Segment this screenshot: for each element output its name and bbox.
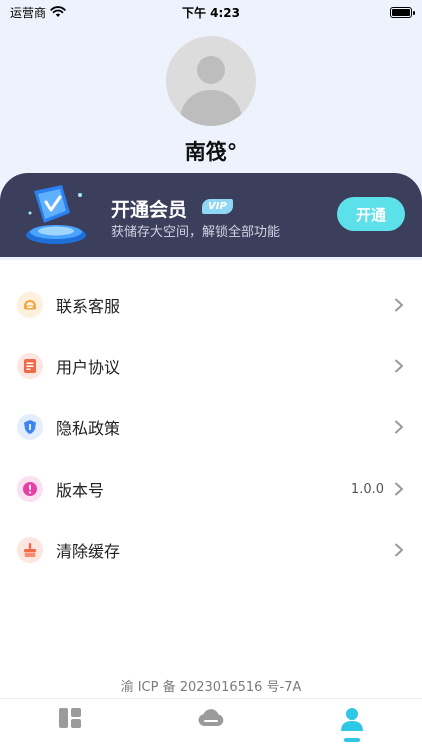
menu-item-clear-cache[interactable]: 清除缓存 (0, 520, 422, 580)
chevron-right-icon (395, 359, 403, 373)
info-icon (17, 476, 43, 502)
vip-activate-button[interactable]: 开通 (337, 197, 405, 231)
dashboard-icon (59, 708, 82, 728)
tab-profile[interactable] (281, 699, 422, 750)
vip-badge: VIP (202, 199, 233, 214)
tab-cloud[interactable] (141, 699, 282, 750)
cloud-icon (198, 709, 224, 726)
menu-label-privacy-policy: 隐私政策 (56, 419, 121, 438)
broom-icon (17, 537, 43, 563)
wifi-icon (50, 6, 66, 17)
version-value: 1.0.0 (350, 481, 384, 497)
menu-item-privacy-policy[interactable]: 隐私政策 (0, 397, 422, 457)
chevron-right-icon (395, 543, 403, 557)
status-left: 运营商 (10, 4, 66, 21)
menu-item-version[interactable]: 版本号 1.0.0 (0, 459, 422, 519)
user-nickname: 南筏° (184, 140, 238, 164)
tab-bar (0, 698, 422, 750)
vip-banner[interactable]: 开通会员 VIP 获储存大空间，解锁全部功能 开通 (0, 173, 422, 257)
carrier-label: 运营商 (10, 5, 47, 20)
avatar-head-shape (197, 56, 225, 84)
vip-subtitle: 获储存大空间，解锁全部功能 (111, 225, 281, 240)
avatar[interactable] (166, 36, 256, 126)
chevron-right-icon (395, 298, 403, 312)
menu-item-user-agreement[interactable]: 用户协议 (0, 336, 422, 396)
tab-dashboard[interactable] (0, 699, 141, 750)
menu-label-user-agreement: 用户协议 (56, 358, 121, 377)
menu-item-contact-support[interactable]: 联系客服 (0, 275, 422, 335)
status-bar: 运营商 下午 4:23 (0, 0, 422, 24)
headset-icon (17, 292, 43, 318)
menu-label-version: 版本号 (56, 481, 105, 500)
battery-icon (390, 6, 415, 18)
icp-record-text: 渝 ICP 备 2023016516 号-7A (120, 680, 302, 695)
profile-icon (340, 708, 363, 742)
chevron-right-icon (395, 482, 403, 496)
avatar-body-shape (180, 90, 242, 126)
document-icon (17, 353, 43, 379)
chevron-right-icon (395, 420, 403, 434)
shield-icon (17, 414, 43, 440)
menu-label-contact-support: 联系客服 (56, 297, 121, 316)
vip-title: 开通会员 (111, 199, 188, 221)
menu-label-clear-cache: 清除缓存 (56, 542, 121, 561)
vip-shield-icon (26, 185, 86, 244)
